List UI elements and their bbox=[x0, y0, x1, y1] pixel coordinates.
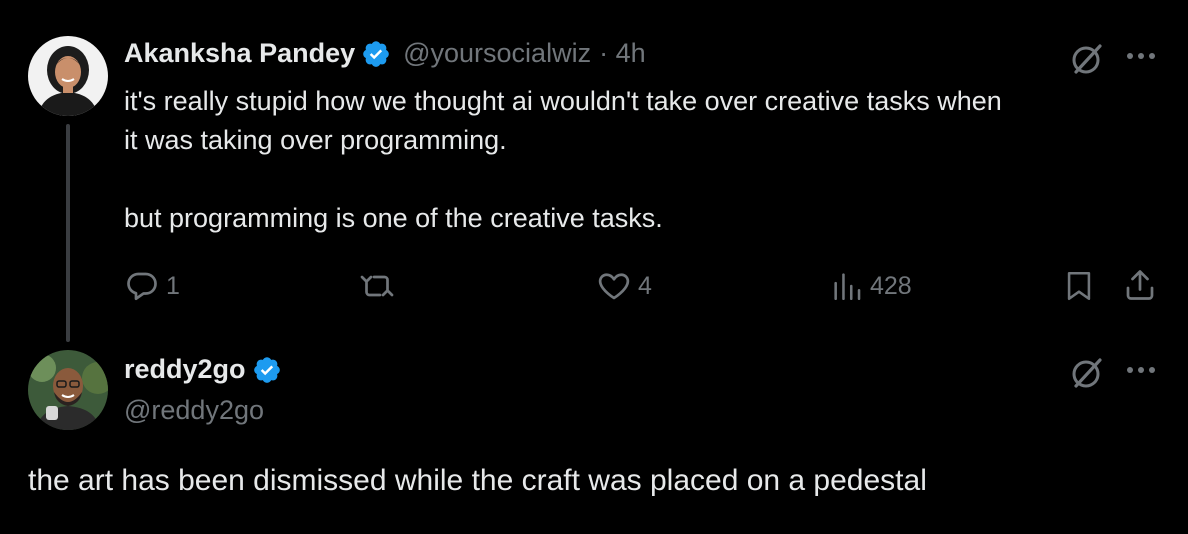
more-icon[interactable] bbox=[1124, 50, 1158, 62]
author-name[interactable]: Akanksha Pandey bbox=[124, 38, 355, 69]
views-count: 428 bbox=[870, 271, 912, 300]
views-button[interactable]: 428 bbox=[830, 268, 912, 304]
grok-icon[interactable] bbox=[1068, 40, 1106, 78]
avatar-akanksha[interactable] bbox=[28, 36, 108, 116]
verified-badge-icon bbox=[252, 355, 282, 385]
tweet-1-line-2: it was taking over programming. bbox=[124, 125, 507, 155]
like-icon bbox=[596, 268, 632, 304]
reply-button[interactable]: 1 bbox=[124, 268, 180, 304]
tweet-1-text: it's really stupid how we thought ai wou… bbox=[124, 82, 1154, 238]
thread-line bbox=[66, 124, 70, 342]
bookmark-button[interactable] bbox=[1062, 268, 1096, 304]
verified-badge-icon bbox=[361, 39, 391, 69]
grok-icon[interactable] bbox=[1068, 354, 1106, 392]
reply-count: 1 bbox=[166, 271, 180, 300]
tweet-1-line-1: it's really stupid how we thought ai wou… bbox=[124, 86, 1002, 116]
more-icon[interactable] bbox=[1124, 364, 1158, 376]
author-handle[interactable]: @yoursocialwiz bbox=[403, 38, 591, 69]
reply-icon bbox=[124, 268, 160, 304]
tweet-2-header: reddy2go bbox=[124, 354, 282, 385]
repost-button[interactable] bbox=[358, 268, 396, 304]
share-button[interactable] bbox=[1122, 266, 1158, 304]
share-icon bbox=[1122, 266, 1158, 304]
tweet-time[interactable]: · 4h bbox=[599, 38, 646, 69]
like-button[interactable]: 4 bbox=[596, 268, 652, 304]
author-name-2[interactable]: reddy2go bbox=[124, 354, 246, 385]
like-count: 4 bbox=[638, 271, 652, 300]
bookmark-icon bbox=[1062, 268, 1096, 304]
tweet-1-header: Akanksha Pandey @yoursocialwiz · 4h bbox=[124, 38, 646, 69]
views-icon bbox=[830, 268, 864, 304]
avatar-reddy2go[interactable] bbox=[28, 350, 108, 430]
author-handle-2[interactable]: @reddy2go bbox=[124, 395, 264, 426]
tweet-2-text: the art has been dismissed while the cra… bbox=[28, 464, 927, 497]
repost-icon bbox=[358, 268, 396, 304]
tweet-1-line-3: but programming is one of the creative t… bbox=[124, 203, 663, 233]
